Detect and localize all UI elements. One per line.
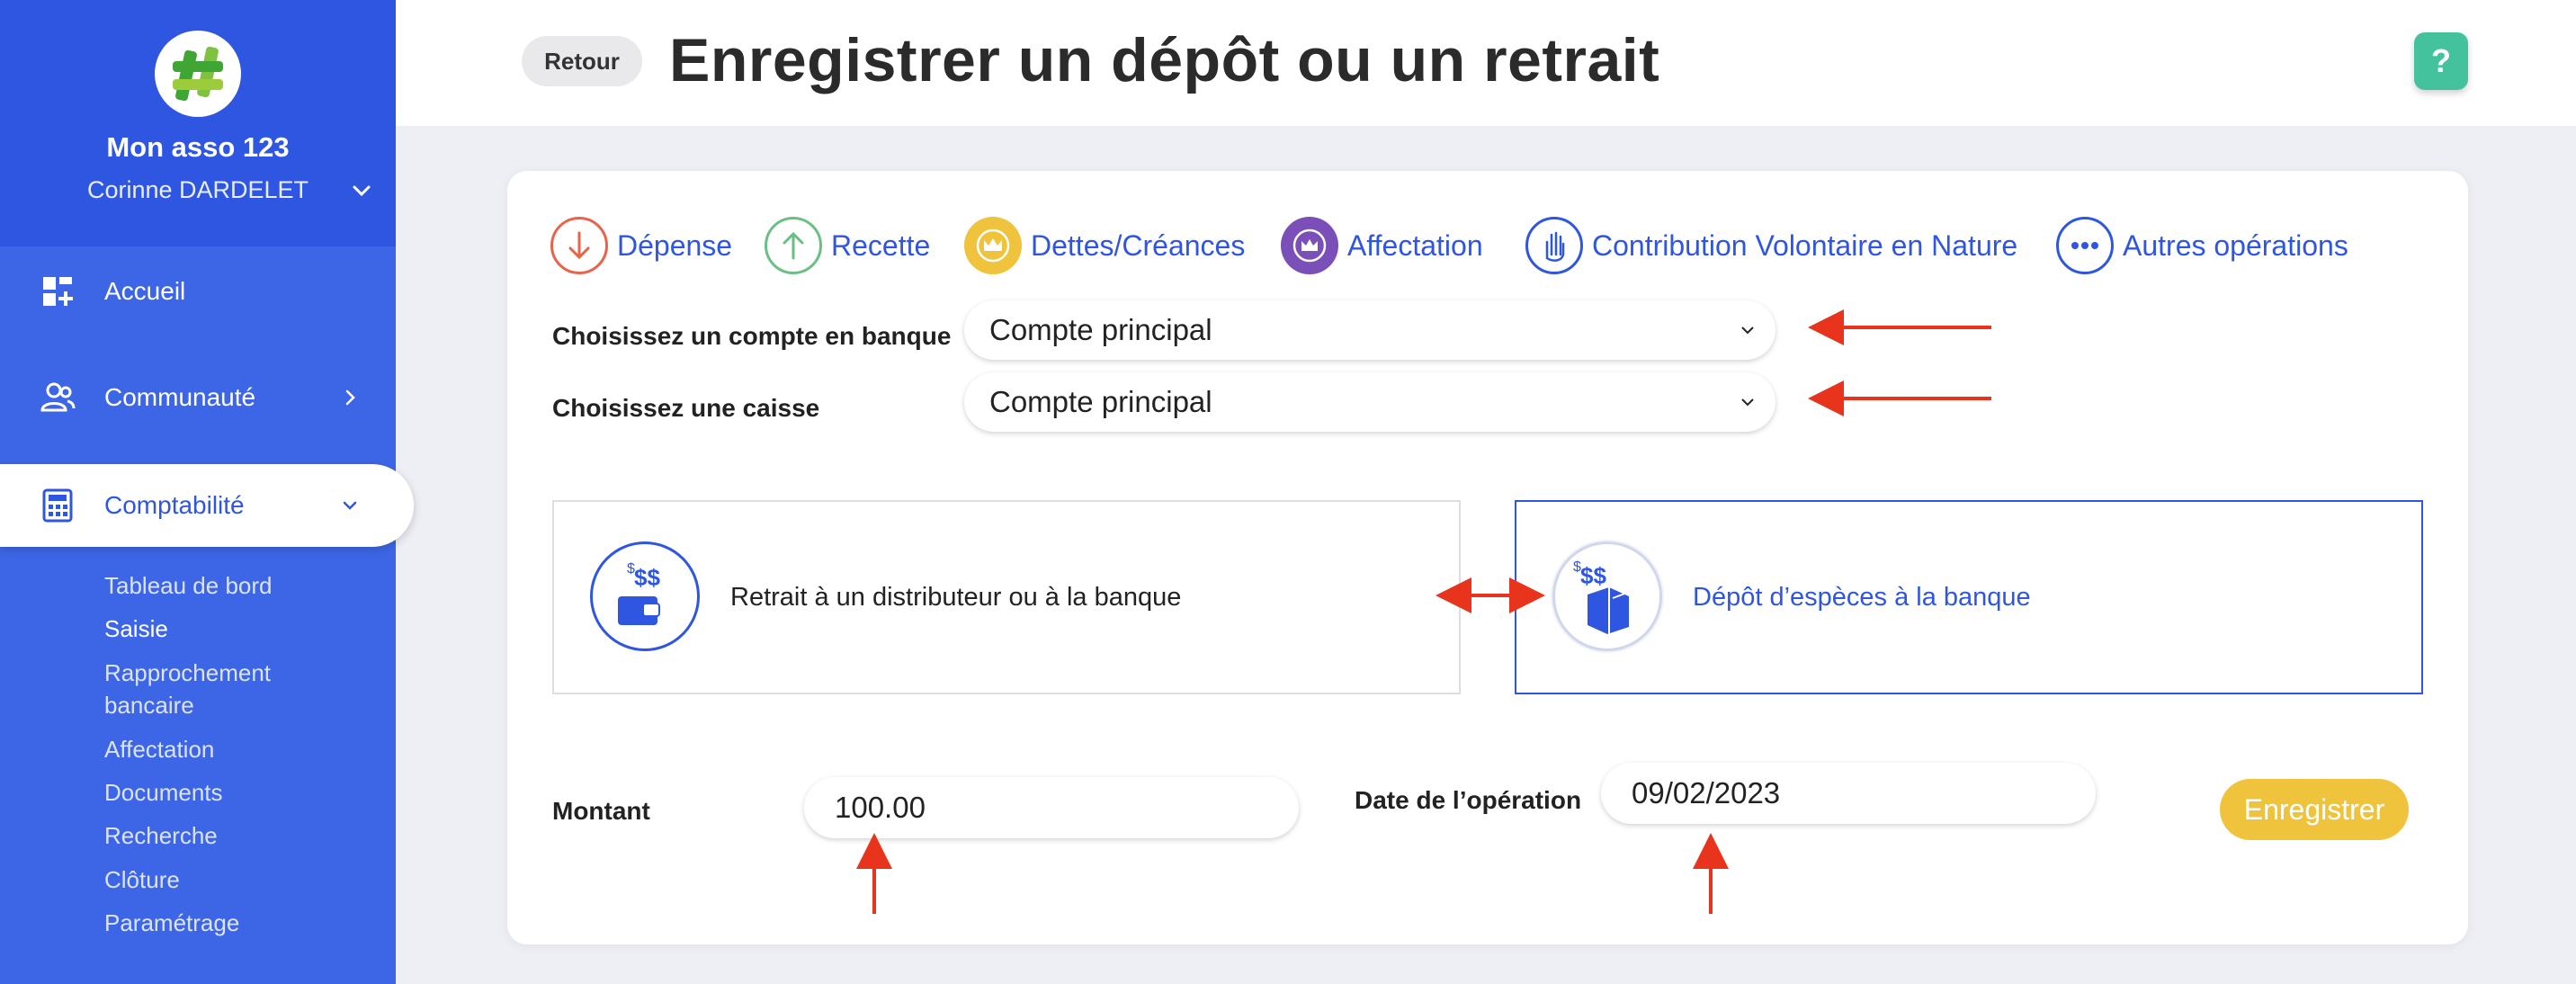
op-type-label: Recette (831, 228, 931, 262)
bank-account-label: Choisissez un compte en banque (552, 322, 952, 350)
subnav-affectation[interactable]: Affectation (104, 733, 214, 765)
svg-text:$$: $$ (1580, 562, 1606, 589)
subnav-saisie[interactable]: Saisie (104, 613, 168, 645)
amount-input[interactable]: 100.00 (804, 777, 1299, 838)
sidebar-header: Mon asso 123 Corinne DARDELET (0, 0, 396, 246)
arrow-up-icon (765, 217, 822, 274)
cash-register-label: Choisissez une caisse (552, 394, 820, 422)
help-button[interactable]: ? (2414, 32, 2468, 90)
svg-text:$: $ (627, 561, 635, 577)
save-button[interactable]: Enregistrer (2220, 779, 2409, 840)
hand-icon (1525, 217, 1583, 274)
date-value: 09/02/2023 (1632, 776, 1781, 810)
op-type-label: Contribution Volontaire en Nature (1592, 228, 2018, 262)
cash-register-value: Compte principal (989, 385, 1212, 418)
nav-item-communaute[interactable]: Communauté (0, 356, 396, 439)
op-type-label: Autres opérations (2123, 228, 2348, 262)
op-type-label: Affectation (1347, 228, 1483, 262)
org-logo[interactable] (155, 31, 241, 117)
cash-register-select[interactable]: Compte principal (964, 372, 1775, 432)
subnav-documents[interactable]: Documents (104, 776, 223, 809)
crown-arrows-icon (1281, 217, 1338, 274)
op-type-dettes[interactable]: Dettes/Créances (964, 212, 1245, 279)
amount-label: Montant (552, 797, 650, 825)
arrow-down-icon (550, 217, 608, 274)
chevron-down-icon (1741, 327, 1754, 335)
nav-label: Comptabilité (104, 491, 245, 519)
chevron-down-icon (1741, 398, 1754, 407)
date-label: Date de l’opération (1355, 786, 1582, 814)
user-name[interactable]: Corinne DARDELET (0, 176, 396, 204)
subnav-cloture[interactable]: Clôture (104, 863, 180, 896)
chevron-down-icon[interactable] (349, 178, 374, 203)
op-type-label: Dettes/Créances (1031, 228, 1246, 262)
sidebar: Mon asso 123 Corinne DARDELET Accueil Co… (0, 0, 414, 984)
choice-depot[interactable]: $$ $ Dépôt d’espèces à la banque (1515, 500, 2423, 694)
dashboard-icon (43, 277, 73, 306)
subnav-parametrage[interactable]: Paramétrage (104, 907, 239, 939)
op-type-autres[interactable]: Autres opérations (2056, 212, 2348, 279)
choice-label: Retrait à un distributeur ou à la banque (730, 583, 1182, 612)
svg-text:$$: $$ (634, 564, 660, 591)
op-type-recette[interactable]: Recette (765, 212, 930, 279)
nav-item-accueil[interactable]: Accueil (0, 250, 396, 333)
calculator-icon (42, 488, 73, 523)
cash-deposit-icon: $$ $ (1552, 541, 1662, 651)
chevron-right-icon (345, 389, 355, 406)
amount-value: 100.00 (835, 791, 926, 824)
op-type-contribution[interactable]: Contribution Volontaire en Nature (1525, 212, 2017, 279)
crown-icon (964, 217, 1022, 274)
back-button[interactable]: Retour (522, 36, 642, 86)
page-header: Retour Enregistrer un dépôt ou un retrai… (396, 0, 2576, 126)
nav-item-comptabilite[interactable]: Comptabilité (0, 464, 414, 547)
op-type-depense[interactable]: Dépense (550, 212, 732, 279)
nav-label: Communauté (104, 383, 256, 411)
chevron-down-icon (343, 501, 357, 510)
subnav-recherche[interactable]: Recherche (104, 819, 218, 852)
choice-label: Dépôt d’espèces à la banque (1693, 583, 2031, 612)
op-type-label: Dépense (617, 228, 733, 262)
op-type-affectation[interactable]: Affectation (1281, 212, 1483, 279)
wallet-withdraw-icon: $$ $ (590, 541, 700, 651)
org-name: Mon asso 123 (106, 131, 290, 163)
svg-text:$: $ (1573, 559, 1581, 575)
date-input[interactable]: 09/02/2023 (1601, 763, 2096, 824)
more-icon (2056, 217, 2114, 274)
choice-retrait[interactable]: $$ $ Retrait à un distributeur ou à la b… (552, 500, 1461, 694)
community-icon (40, 382, 76, 412)
subnav-rapprochement-line2[interactable]: bancaire (104, 689, 194, 721)
subnav-tableau-de-bord[interactable]: Tableau de bord (104, 569, 272, 602)
page-title: Enregistrer un dépôt ou un retrait (669, 26, 1660, 94)
bank-account-value: Compte principal (989, 313, 1212, 346)
bank-account-select[interactable]: Compte principal (964, 300, 1775, 360)
subnav-rapprochement[interactable]: Rapprochement (104, 657, 271, 689)
nav-label: Accueil (104, 277, 186, 305)
